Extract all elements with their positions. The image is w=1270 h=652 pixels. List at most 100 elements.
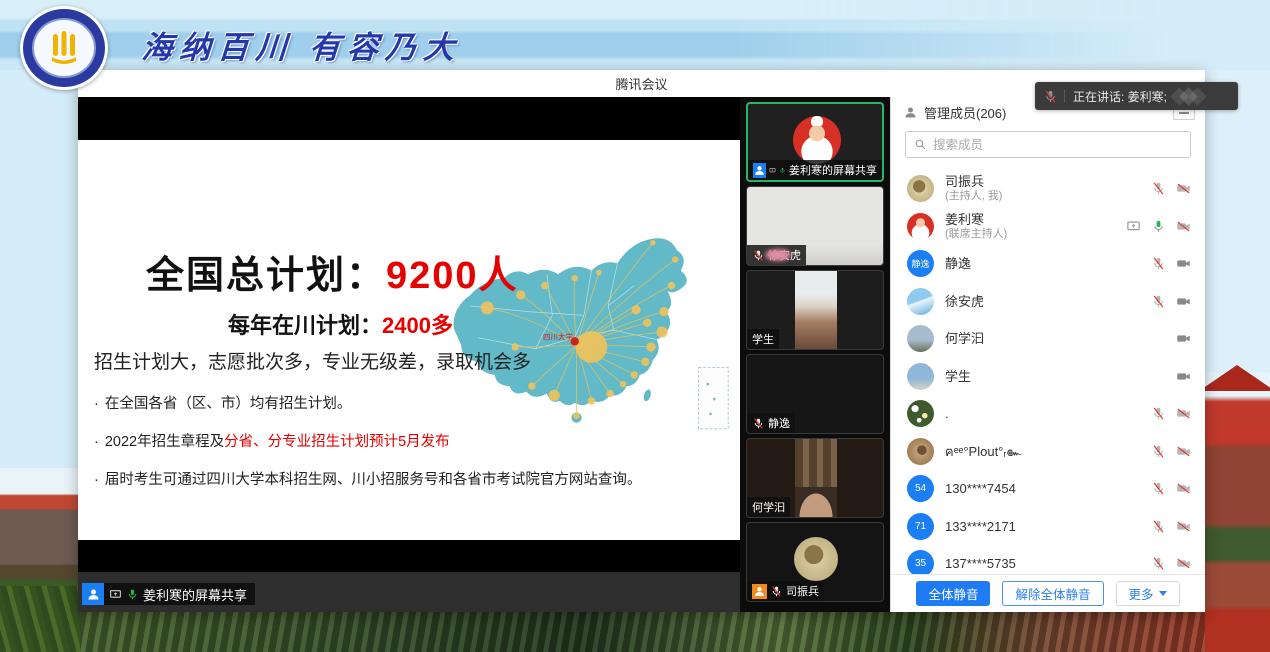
member-name: 姜利寒 [945, 212, 1007, 227]
thumbnail-name: 静逸 [768, 415, 790, 431]
share-status: 姜利寒的屏幕共享 [82, 583, 255, 605]
meeting-window: 腾讯会议 全国总计划：9200人 每年在川计划：2400多 招生计划大，志愿批次… [78, 70, 1205, 612]
camera-muted-icon[interactable] [1176, 481, 1191, 496]
unmute-all-button[interactable]: 解除全体静音 [1002, 581, 1103, 606]
member-list[interactable]: 司振兵 (主持人, 我) 姜利寒 (联席主持人) [891, 164, 1205, 574]
member-name: 学生 [945, 369, 971, 384]
mic-muted-icon[interactable] [1151, 444, 1166, 459]
camera-off-icon[interactable] [1176, 331, 1191, 346]
member-panel: 管理成员(206) 司振兵 (主持人, 我) [890, 97, 1205, 612]
map-marker-label: 四川大学 [543, 332, 573, 342]
member-row[interactable]: 54 130****7454 [891, 470, 1205, 508]
member-row[interactable]: 35 137****5735 [891, 545, 1205, 574]
camera-muted-icon[interactable] [1176, 219, 1191, 234]
person-icon [86, 587, 101, 602]
mic-muted-icon[interactable] [1151, 294, 1166, 309]
thumbnail-name: 徐安虎 [768, 247, 801, 263]
camera-off-icon[interactable] [1176, 369, 1191, 384]
camera-muted-icon[interactable] [1176, 556, 1191, 571]
member-row[interactable]: 徐安虎 [891, 283, 1205, 321]
thumbnail-jianglihan-share[interactable]: 姜利寒的屏幕共享 [746, 102, 884, 182]
member-row[interactable]: ฅᵉᵉ°Plout°ᵣ๛ [891, 433, 1205, 471]
member-panel-title: 管理成员(206) [924, 103, 1006, 122]
avatar [907, 213, 934, 240]
wallpaper-campus-photo-left [0, 468, 80, 652]
member-row[interactable]: 学生 [891, 358, 1205, 396]
screen-share-icon[interactable] [1126, 219, 1141, 234]
thumbnail-label: 学生 [747, 329, 779, 349]
share-toolbar: 姜利寒的屏幕共享 [78, 572, 740, 612]
mic-muted-icon [752, 249, 765, 262]
banner-slogan: 海纳百川 有容乃大 [140, 22, 463, 67]
member-row[interactable]: 静逸 静逸 [891, 245, 1205, 283]
thumbnail-label: 静逸 [747, 413, 795, 433]
slide-bullet-2: ·2022年招生章程及分省、分专业招生计划预计5月发布 [94, 430, 641, 451]
thumbnail-hexuegu[interactable]: 何学汩 [746, 438, 884, 518]
thumbnail-name: 姜利寒的屏幕共享 [789, 162, 877, 178]
member-row[interactable]: 何学汩 [891, 320, 1205, 358]
video-strip [795, 271, 837, 349]
camera-muted-icon[interactable] [1176, 406, 1191, 421]
screen-share-area: 全国总计划：9200人 每年在川计划：2400多 招生计划大，志愿批次多，专业无… [78, 97, 740, 612]
member-row[interactable]: 司振兵 (主持人, 我) [891, 170, 1205, 208]
avatar [907, 400, 934, 427]
thumbnail-jingyi[interactable]: 静逸 [746, 354, 884, 434]
camera-off-icon[interactable] [1176, 256, 1191, 271]
wallpaper-campus-photo-right [1205, 70, 1270, 652]
lion-avatar [794, 537, 838, 581]
slide-title-label: 全国总计划： [146, 255, 386, 297]
member-name: 133****2171 [945, 519, 1016, 534]
member-row[interactable]: . [891, 395, 1205, 433]
member-name: 何学汩 [945, 331, 984, 346]
member-row[interactable]: 71 133****2171 [891, 508, 1205, 546]
share-top-bar [78, 97, 740, 140]
avatar-text: 71 [915, 521, 926, 532]
member-name: . [945, 406, 949, 421]
logo-emblem [32, 18, 96, 78]
thumbnail-xuanhu[interactable]: 徐安虎 [746, 186, 884, 266]
avatar [907, 438, 934, 465]
presenter-avatar-badge [753, 163, 766, 178]
person-icon [753, 585, 766, 598]
mic-muted-icon[interactable] [1151, 519, 1166, 534]
camera-muted-icon[interactable] [1176, 181, 1191, 196]
screen-share-icon [109, 588, 122, 601]
camera-muted-icon[interactable] [1176, 519, 1191, 534]
mic-muted-icon[interactable] [1151, 256, 1166, 271]
mic-on-icon [126, 588, 139, 601]
mic-muted-icon[interactable] [1151, 556, 1166, 571]
mic-on-icon[interactable] [1151, 219, 1166, 234]
slide-subtitle-value: 2400多 [382, 313, 453, 338]
mute-all-button[interactable]: 全体静音 [916, 581, 990, 606]
member-row[interactable]: 姜利寒 (联席主持人) [891, 208, 1205, 246]
mic-muted-icon[interactable] [1151, 481, 1166, 496]
share-bottom-bar [78, 540, 740, 572]
video-strip [795, 439, 837, 517]
avatar [907, 175, 934, 202]
share-status-text: 姜利寒的屏幕共享 [143, 585, 247, 604]
person-icon [753, 164, 766, 177]
camera-off-icon[interactable] [1176, 294, 1191, 309]
more-button[interactable]: 更多 [1116, 581, 1180, 606]
shared-slide: 全国总计划：9200人 每年在川计划：2400多 招生计划大，志愿批次多，专业无… [78, 140, 740, 540]
member-search-box[interactable] [905, 131, 1191, 158]
thumbnail-label: 司振兵 [747, 581, 824, 601]
slide-bullet-3: ·届时考生可通过四川大学本科招生网、川小招服务号和各省市考试院官方网站查询。 [94, 468, 641, 489]
thumbnail-xuesheng[interactable]: 学生 [746, 270, 884, 350]
share-status-label: 姜利寒的屏幕共享 [104, 583, 255, 605]
thumbnail-sizhenbing[interactable]: 司振兵 [746, 522, 884, 602]
mic-muted-icon[interactable] [1151, 181, 1166, 196]
member-name: 137****5735 [945, 556, 1016, 571]
toast-divider [1064, 89, 1065, 103]
presenter-avatar-badge [82, 583, 104, 605]
avatar [907, 363, 934, 390]
camera-muted-icon[interactable] [1176, 444, 1191, 459]
avatar: 71 [907, 513, 934, 540]
thumbnail-name: 学生 [752, 331, 774, 347]
avatar: 35 [907, 550, 934, 574]
mic-muted-icon[interactable] [1151, 406, 1166, 421]
slide-subtitle: 每年在川计划：2400多 [228, 308, 453, 340]
screen-share-icon [769, 164, 776, 177]
thumbnail-label: 何学汩 [747, 497, 790, 517]
member-search-input[interactable] [933, 138, 1182, 152]
